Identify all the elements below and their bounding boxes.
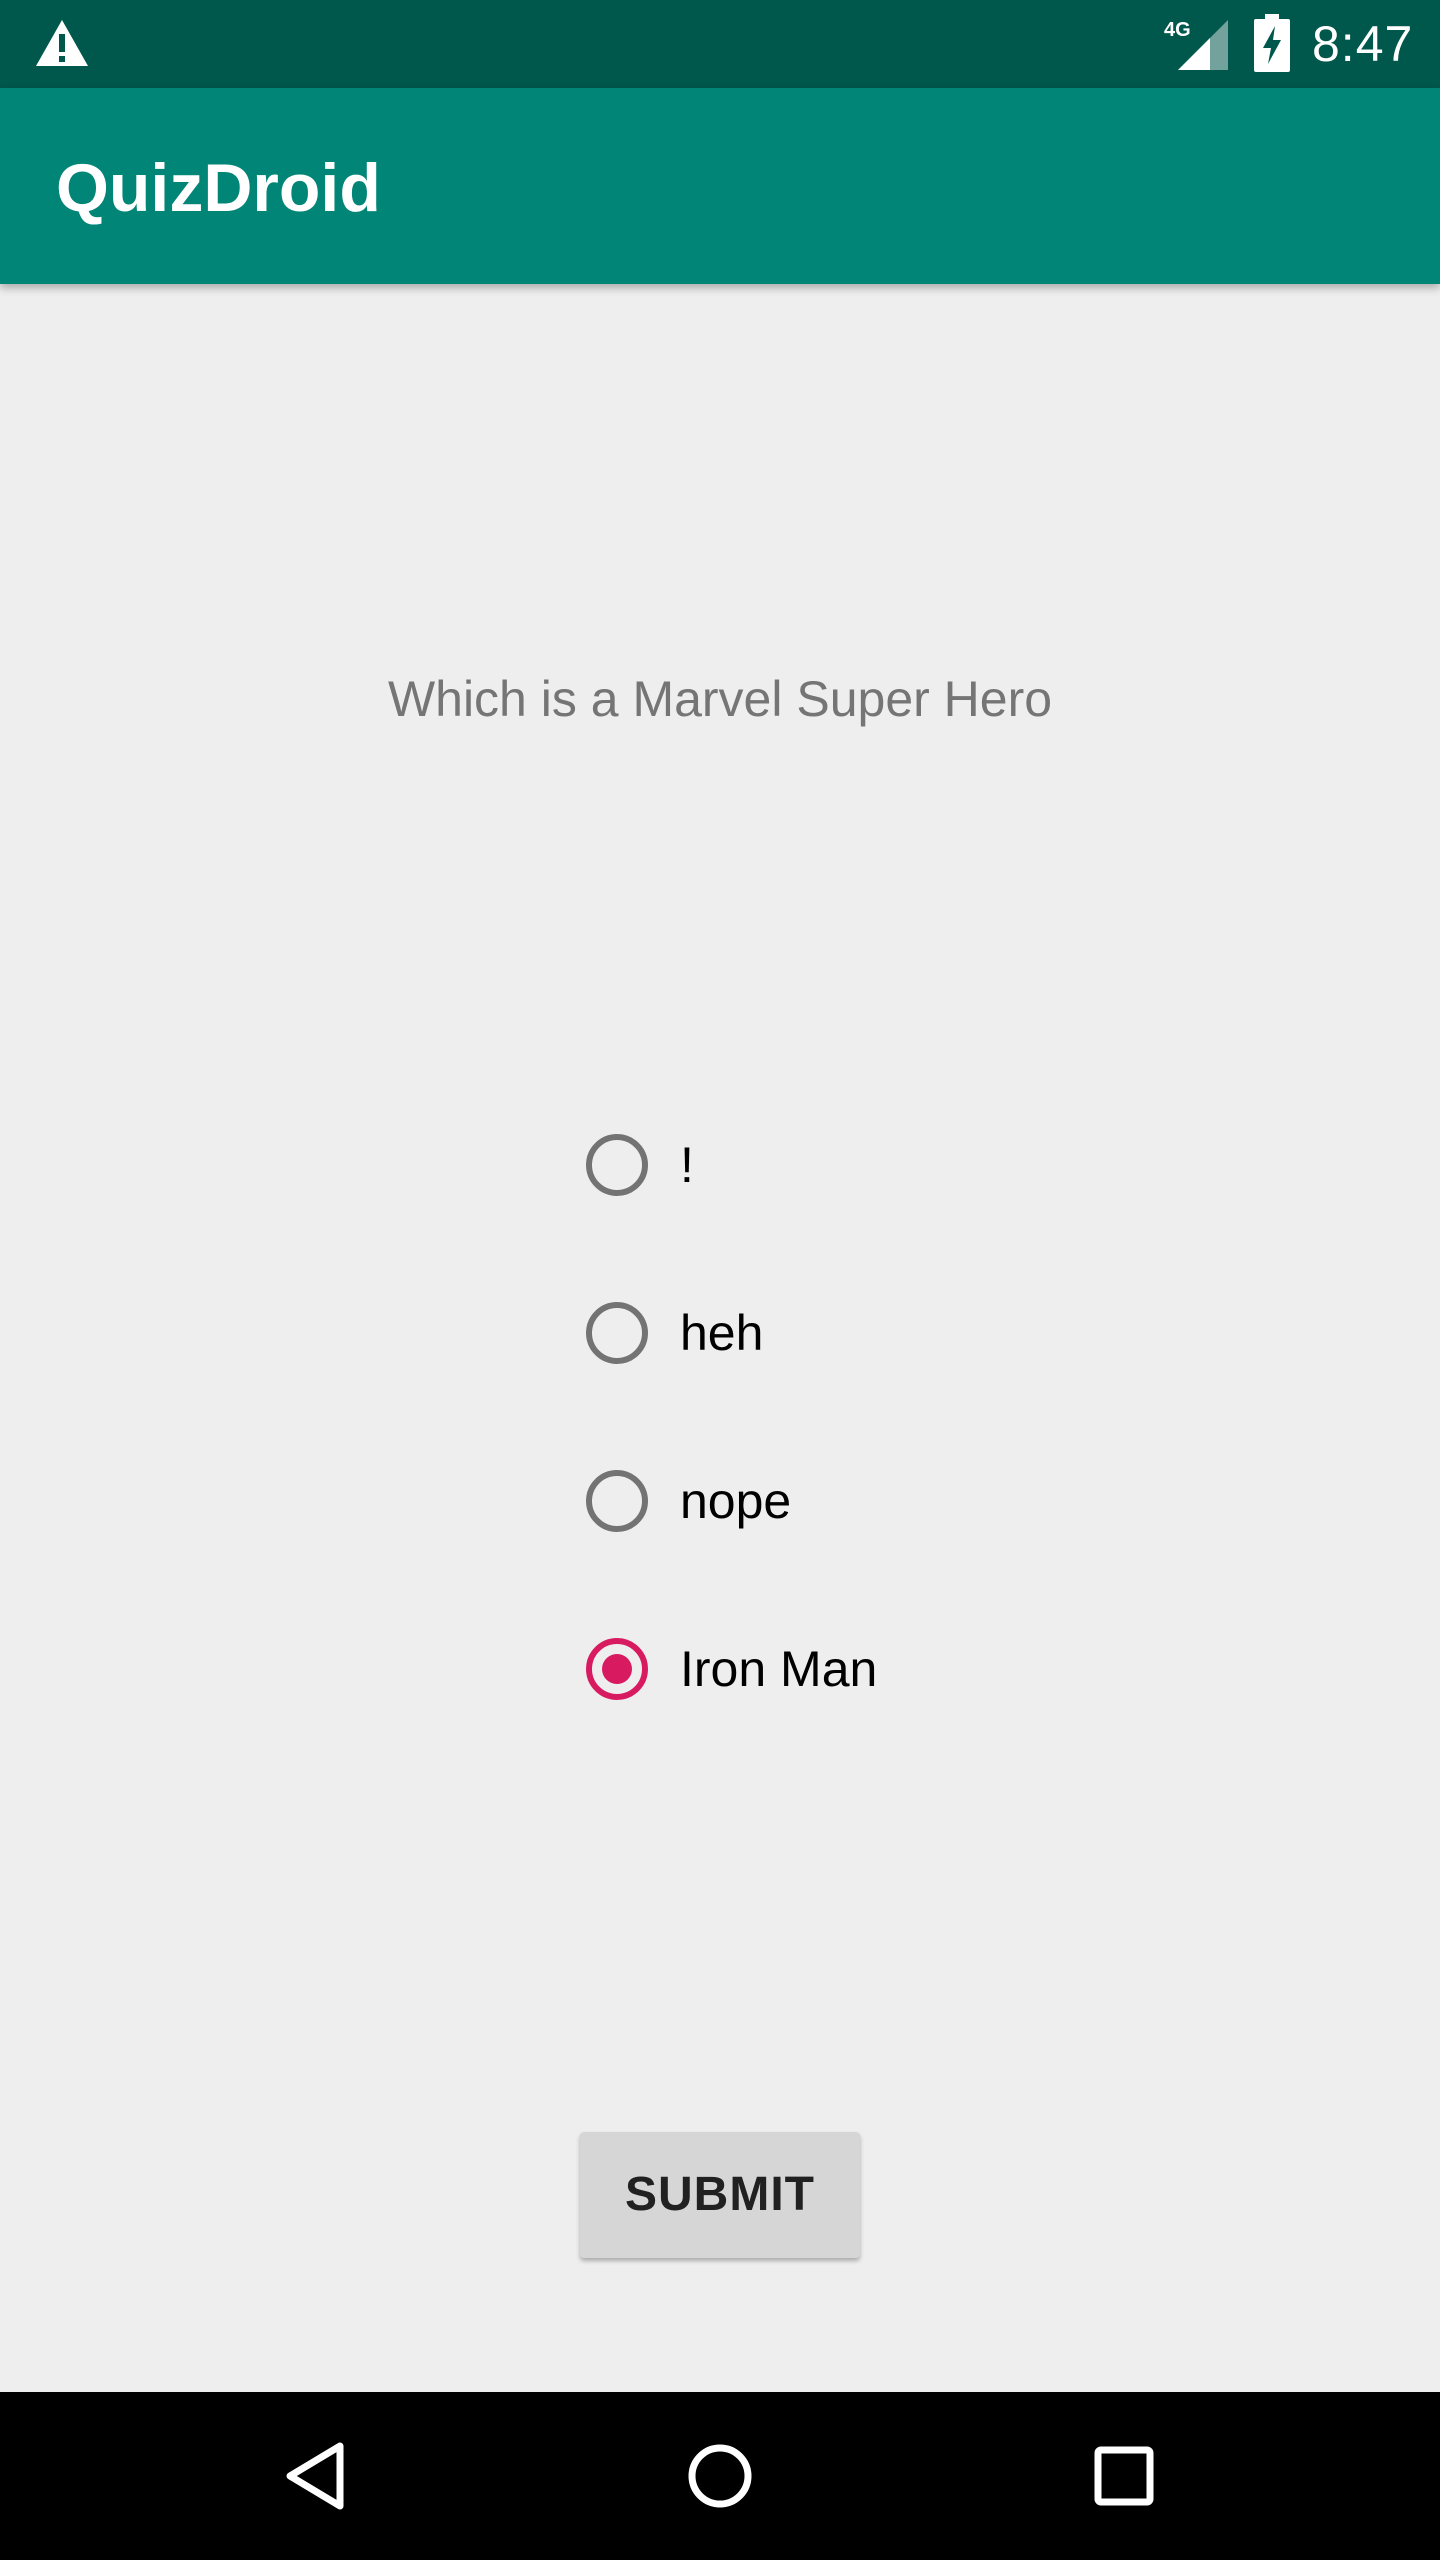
recents-icon[interactable] <box>1084 2436 1164 2516</box>
radio-button-icon[interactable] <box>586 1134 648 1196</box>
status-clock: 8:47 <box>1312 16 1414 72</box>
navigation-bar <box>0 2392 1440 2560</box>
home-icon[interactable] <box>680 2436 760 2516</box>
radio-button-icon[interactable] <box>586 1302 648 1364</box>
svg-text:4G: 4G <box>1164 19 1191 41</box>
battery-charging-icon <box>1254 14 1290 72</box>
answer-option-2[interactable]: heh <box>586 1292 1186 1460</box>
answer-option-4[interactable]: Iron Man <box>586 1628 1186 1796</box>
answer-option-label[interactable]: ! <box>680 1130 694 1200</box>
answer-option-1[interactable]: ! <box>586 1124 1186 1292</box>
signal-4g-icon: 4G <box>1164 19 1228 70</box>
answer-option-label[interactable]: Iron Man <box>680 1634 877 1704</box>
radio-button-icon[interactable] <box>586 1470 648 1532</box>
submit-button[interactable]: SUBMIT <box>580 2132 860 2258</box>
alert-icon <box>36 20 88 66</box>
app-title: QuizDroid <box>56 150 381 226</box>
question-text: Which is a Marvel Super Hero <box>387 671 1053 727</box>
status-bar: 4G 8:47 <box>0 0 1440 88</box>
app-bar: QuizDroid <box>0 88 1440 284</box>
radio-button-icon[interactable] <box>586 1638 648 1700</box>
answer-option-label[interactable]: nope <box>680 1466 791 1536</box>
answer-option-label[interactable]: heh <box>680 1298 763 1368</box>
answer-option-3[interactable]: nope <box>586 1460 1186 1628</box>
answer-radio-group: ! heh nope Iron Man <box>586 1124 1186 1796</box>
back-icon[interactable] <box>276 2436 356 2516</box>
